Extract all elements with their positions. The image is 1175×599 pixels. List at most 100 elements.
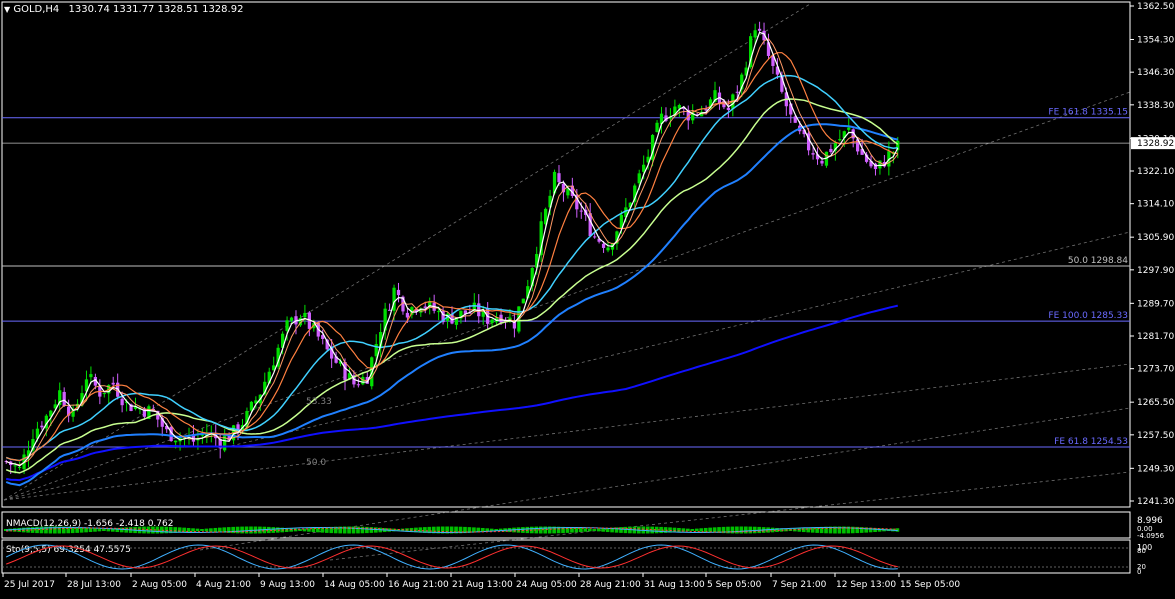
candle-body: [490, 319, 494, 324]
ma-8-line: [6, 38, 899, 466]
macd-histogram-bar: [521, 527, 525, 533]
macd-histogram-bar: [735, 526, 739, 534]
time-tick-label: 21 Aug 13:00: [452, 580, 513, 590]
candle-body: [13, 465, 17, 467]
candle-body: [289, 317, 294, 321]
time-tick-label: 9 Aug 13:00: [260, 580, 315, 590]
stoch-axis-label: 0: [1137, 568, 1141, 576]
stoch-pane-frame: [1, 539, 1131, 574]
macd-histogram-bar: [142, 526, 146, 534]
candle-body: [356, 384, 361, 386]
price-tick-label: 1314.10: [1137, 200, 1174, 210]
macd-histogram-bar: [810, 527, 815, 533]
macd-histogram-bar: [739, 526, 744, 534]
macd-histogram-bar: [102, 528, 106, 532]
macd-histogram-bar: [699, 528, 704, 532]
macd-histogram-bar: [806, 527, 811, 533]
level-label: FE 61.8 1254.53: [1054, 437, 1128, 447]
channel-line: [3, 231, 1131, 501]
macd-histogram-bar: [204, 528, 209, 532]
candle-body: [579, 210, 583, 212]
candle-body: [173, 440, 178, 443]
candle-body: [838, 139, 842, 141]
price-tick-label: 1273.70: [1137, 365, 1174, 375]
candle-body: [62, 391, 66, 407]
price-tick-label: 1354.30: [1137, 35, 1174, 45]
candle-body: [593, 236, 597, 238]
level-label: 50.0 1298.84: [1068, 256, 1128, 266]
channel-line: [329, 471, 1131, 561]
ohlc-label: 1330.74 1331.77 1328.51 1328.92: [68, 4, 244, 15]
price-tick-label: 1249.30: [1137, 464, 1174, 474]
macd-histogram-bar: [244, 526, 249, 534]
macd-histogram-bar: [213, 527, 218, 533]
candle-body: [120, 398, 124, 406]
macd-histogram-bar: [97, 528, 102, 532]
trading-chart[interactable]: NMACD(12,26,9) -1.656 -2.418 0.762 Sto(9…: [0, 0, 1175, 595]
symbol-label: GOLD,H4: [13, 4, 60, 15]
macd-histogram-bar: [235, 526, 240, 534]
level-label: FE 100.0 1285.33: [1048, 311, 1128, 321]
time-tick-label: 28 Jul 13:00: [67, 580, 121, 590]
macd-histogram-bar: [801, 527, 806, 533]
candle-body: [40, 425, 44, 428]
candle-body: [343, 362, 347, 381]
candle-body: [285, 320, 289, 331]
price-tick-label: 1289.70: [1137, 299, 1174, 309]
stoch-main-line: [5, 544, 898, 570]
candle-body: [436, 311, 441, 313]
ma-100-line: [5, 123, 899, 487]
macd-histogram-bar: [543, 526, 548, 534]
time-tick-label: 25 Jul 2017: [4, 580, 55, 590]
time-tick-label: 4 Aug 21:00: [196, 580, 251, 590]
candle-body: [820, 160, 824, 164]
price-tick-label: 1265.50: [1137, 398, 1174, 408]
candle-body: [757, 28, 762, 31]
ma-5-line: [5, 31, 899, 467]
candle-body: [829, 148, 833, 152]
candle-body: [249, 401, 254, 411]
price-tick-label: 1338.30: [1137, 101, 1174, 111]
price-tick-label: 1281.70: [1137, 332, 1174, 342]
candle-body: [606, 247, 610, 251]
chart-header: ▼ GOLD,H4 1330.74 1331.77 1328.51 1328.9…: [4, 4, 243, 15]
collapse-arrow-icon[interactable]: ▼: [4, 5, 10, 14]
channel-line: [3, 363, 1131, 501]
time-tick-label: 12 Sep 13:00: [836, 580, 896, 590]
macd-histogram-bar: [195, 528, 200, 532]
candle-body: [396, 289, 401, 296]
price-tick-label: 1322.10: [1137, 167, 1174, 177]
candle-body: [847, 127, 851, 130]
fib-label: 50.0: [306, 458, 326, 468]
time-tick-label: 15 Sep 05:00: [900, 580, 960, 590]
macd-histogram-bar: [587, 528, 592, 532]
macd-histogram-bar: [690, 528, 695, 532]
macd-histogram-bar: [677, 527, 681, 533]
candle-body: [655, 122, 659, 133]
candle-body: [601, 243, 606, 248]
time-tick-label: 31 Aug 13:00: [644, 580, 705, 590]
ma-34-line: [5, 74, 898, 462]
macd-histogram-bar: [88, 527, 93, 533]
macd-histogram-bar: [93, 528, 97, 532]
macd-histogram-bar: [770, 527, 775, 533]
macd-histogram-bar: [623, 526, 628, 534]
stoch-axis-label: 80: [1137, 547, 1146, 555]
candle-body: [811, 153, 815, 155]
fib-label: 53.33: [306, 397, 332, 407]
price-tick-label: 1297.90: [1137, 266, 1174, 276]
candle-body: [17, 466, 22, 468]
time-tick-label: 16 Aug 21:00: [388, 580, 449, 590]
candle-body: [303, 312, 307, 318]
time-tick-label: 5 Sep 05:00: [707, 580, 762, 590]
level-label: FE 161.8 1335.15: [1048, 108, 1128, 118]
macd-histogram-bar: [240, 526, 244, 534]
candle-body: [753, 30, 757, 38]
candle-body: [637, 173, 641, 184]
macd-histogram-bar: [694, 528, 699, 532]
macd-histogram-bar: [583, 528, 588, 532]
candle-body: [521, 298, 525, 304]
price-chart-svg[interactable]: NMACD(12,26,9) -1.656 -2.418 0.762 Sto(9…: [0, 0, 1175, 595]
candle-body: [89, 374, 93, 378]
time-tick-label: 14 Aug 05:00: [324, 580, 385, 590]
